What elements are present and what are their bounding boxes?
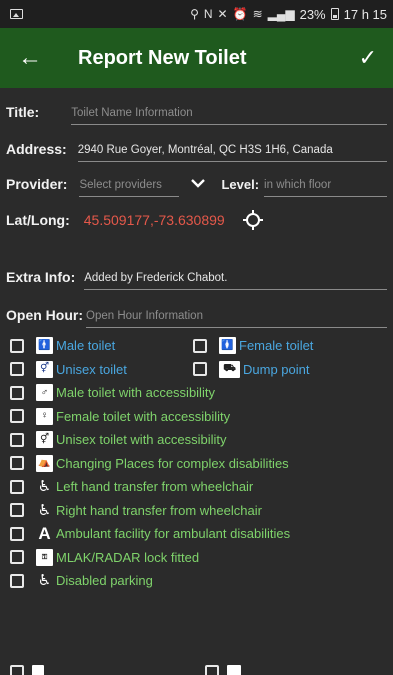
checkbox[interactable] (10, 409, 24, 424)
option-label: Changing Places for complex disabilities (56, 455, 289, 471)
hot-water-icon (227, 665, 241, 675)
list-item[interactable]: ⛺ Changing Places for complex disabiliti… (0, 452, 393, 476)
female-icon: 🚺 (219, 337, 236, 355)
provider-select[interactable]: Select providers (79, 179, 180, 197)
address-row: Address: 2940 Rue Goyer, Montréal, QC H3… (0, 125, 393, 162)
option-label: Unisex toilet with accessibility (56, 432, 227, 448)
changing-places-icon: ⛺ (36, 454, 53, 472)
extra-info-label: Extra Info: (6, 269, 76, 285)
checkbox[interactable] (193, 338, 207, 353)
option-label: Dump point (243, 361, 310, 377)
option-female-toilet[interactable]: 🚺 Female toilet (193, 337, 314, 355)
latlong-row: Lat/Long: 45.509177,-73.630899 (0, 197, 393, 242)
check-icon[interactable]: ✓ (359, 45, 377, 71)
checkbox[interactable] (10, 479, 24, 494)
female-accessible-icon: ♀ (36, 407, 53, 425)
address-input[interactable]: 2940 Rue Goyer, Montréal, QC H3S 1H6, Ca… (77, 144, 387, 162)
app-bar: ← Report New Toilet ✓ (0, 28, 393, 88)
provider-label: Provider: (6, 176, 68, 192)
option-label: Ambulant facility for ambulant disabilit… (56, 526, 291, 542)
checkbox[interactable] (10, 503, 24, 518)
status-time: 17 h 15 (343, 6, 387, 22)
title-row: Title: Toilet Name Information (0, 88, 393, 125)
right-hand-transfer-icon: ♿ (37, 501, 52, 519)
mute-icon: ✕ (217, 7, 228, 21)
list-item: 🚹 Male toilet 🚺 Female toilet (0, 334, 393, 358)
title-input[interactable]: Toilet Name Information (71, 107, 387, 125)
facility-options: 🚹 Male toilet 🚺 Female toilet ⚥ Unisex t… (0, 328, 393, 593)
latlong-value: 45.509177,-73.630899 (83, 211, 225, 228)
option-label: Female toilet with accessibility (56, 408, 231, 424)
checkbox[interactable] (10, 432, 24, 447)
battery-icon (330, 8, 339, 20)
extra-info-input[interactable]: Added by Frederick Chabot. (84, 272, 387, 290)
disabled-parking-icon: ♿ (37, 572, 52, 590)
list-item[interactable]: ⚿ MLAK/RADAR lock fitted (0, 546, 393, 570)
option-unisex-toilet[interactable]: ⚥ Unisex toilet (10, 360, 193, 378)
open-hour-input[interactable]: Open Hour Information (86, 310, 387, 328)
checkbox[interactable] (10, 550, 24, 565)
dump-point-icon: ⛟ (219, 360, 240, 378)
open-hour-row: Open Hour: Open Hour Information (0, 290, 393, 328)
gps-locate-icon[interactable] (242, 209, 263, 230)
status-bar: ⚲ N ✕ ⏰ ≋ ▂▄▆ 23% 17 h 15 (0, 0, 393, 28)
mlak-key-icon: ⚿ (36, 548, 53, 566)
page-title: Report New Toilet (78, 46, 247, 69)
male-icon: 🚹 (36, 337, 53, 355)
option-label: Female toilet (239, 338, 314, 354)
list-item[interactable]: ♿ Left hand transfer from wheelchair (0, 475, 393, 499)
checkbox[interactable] (193, 362, 207, 377)
latlong-label: Lat/Long: (6, 211, 70, 228)
parking-icon (32, 665, 44, 675)
signal-icon: ▂▄▆ (267, 7, 295, 21)
option-label: MLAK/RADAR lock fitted (56, 549, 200, 565)
open-hour-label: Open Hour: (6, 307, 83, 323)
nfc-icon: N (203, 7, 213, 21)
checkbox[interactable] (10, 456, 24, 471)
checkbox[interactable] (10, 338, 24, 353)
level-label: Level: (221, 177, 260, 192)
list-item: ⚥ Unisex toilet ⛟ Dump point (0, 358, 393, 382)
alarm-icon: ⏰ (232, 7, 248, 21)
checkbox[interactable] (10, 573, 24, 588)
provider-row: Provider: Select providers Level: in whi… (0, 162, 393, 197)
location-icon: ⚲ (190, 7, 199, 21)
arrow-back-icon[interactable]: ← (18, 44, 56, 72)
chevron-down-icon[interactable] (191, 176, 207, 191)
checkbox[interactable] (10, 362, 24, 377)
address-label: Address: (6, 141, 67, 157)
option-label: Unisex toilet (56, 361, 127, 377)
male-accessible-icon: ♂ (36, 384, 53, 402)
option-label: Disabled parking (56, 573, 153, 589)
list-item[interactable]: ♀ Female toilet with accessibility (0, 405, 393, 429)
unisex-accessible-icon: ⚥ (36, 431, 53, 449)
report-form: Title: Toilet Name Information Address: … (0, 88, 393, 328)
ambulant-icon: A (38, 524, 51, 544)
checkbox[interactable] (10, 385, 24, 400)
checkbox[interactable] (10, 665, 24, 675)
option-label: Right hand transfer from wheelchair (56, 502, 262, 518)
unisex-icon: ⚥ (36, 360, 53, 378)
level-input[interactable]: in which floor (264, 179, 387, 197)
list-item[interactable]: ♿ Right hand transfer from wheelchair (0, 499, 393, 523)
list-item[interactable]: ♿ Disabled parking (0, 569, 393, 593)
left-hand-transfer-icon: ♿ (37, 478, 52, 496)
title-label: Title: (6, 104, 40, 120)
option-male-toilet[interactable]: 🚹 Male toilet (10, 337, 193, 355)
checkbox[interactable] (10, 526, 24, 541)
list-item[interactable]: A Ambulant facility for ambulant disabil… (0, 522, 393, 546)
wifi-icon: ≋ (252, 7, 263, 21)
extra-info-row: Extra Info: Added by Frederick Chabot. (0, 242, 393, 290)
list-item[interactable]: ⚥ Unisex toilet with accessibility (0, 428, 393, 452)
list-item[interactable]: ♂ Male toilet with accessibility (0, 381, 393, 405)
cut-off-row (0, 665, 393, 675)
option-dump-point[interactable]: ⛟ Dump point (193, 360, 310, 378)
option-label: Male toilet with accessibility (56, 385, 215, 401)
checkbox[interactable] (205, 665, 219, 675)
image-icon (10, 9, 23, 19)
option-label: Male toilet (56, 338, 116, 354)
battery-percent: 23% (299, 6, 326, 22)
option-label: Left hand transfer from wheelchair (56, 479, 254, 495)
